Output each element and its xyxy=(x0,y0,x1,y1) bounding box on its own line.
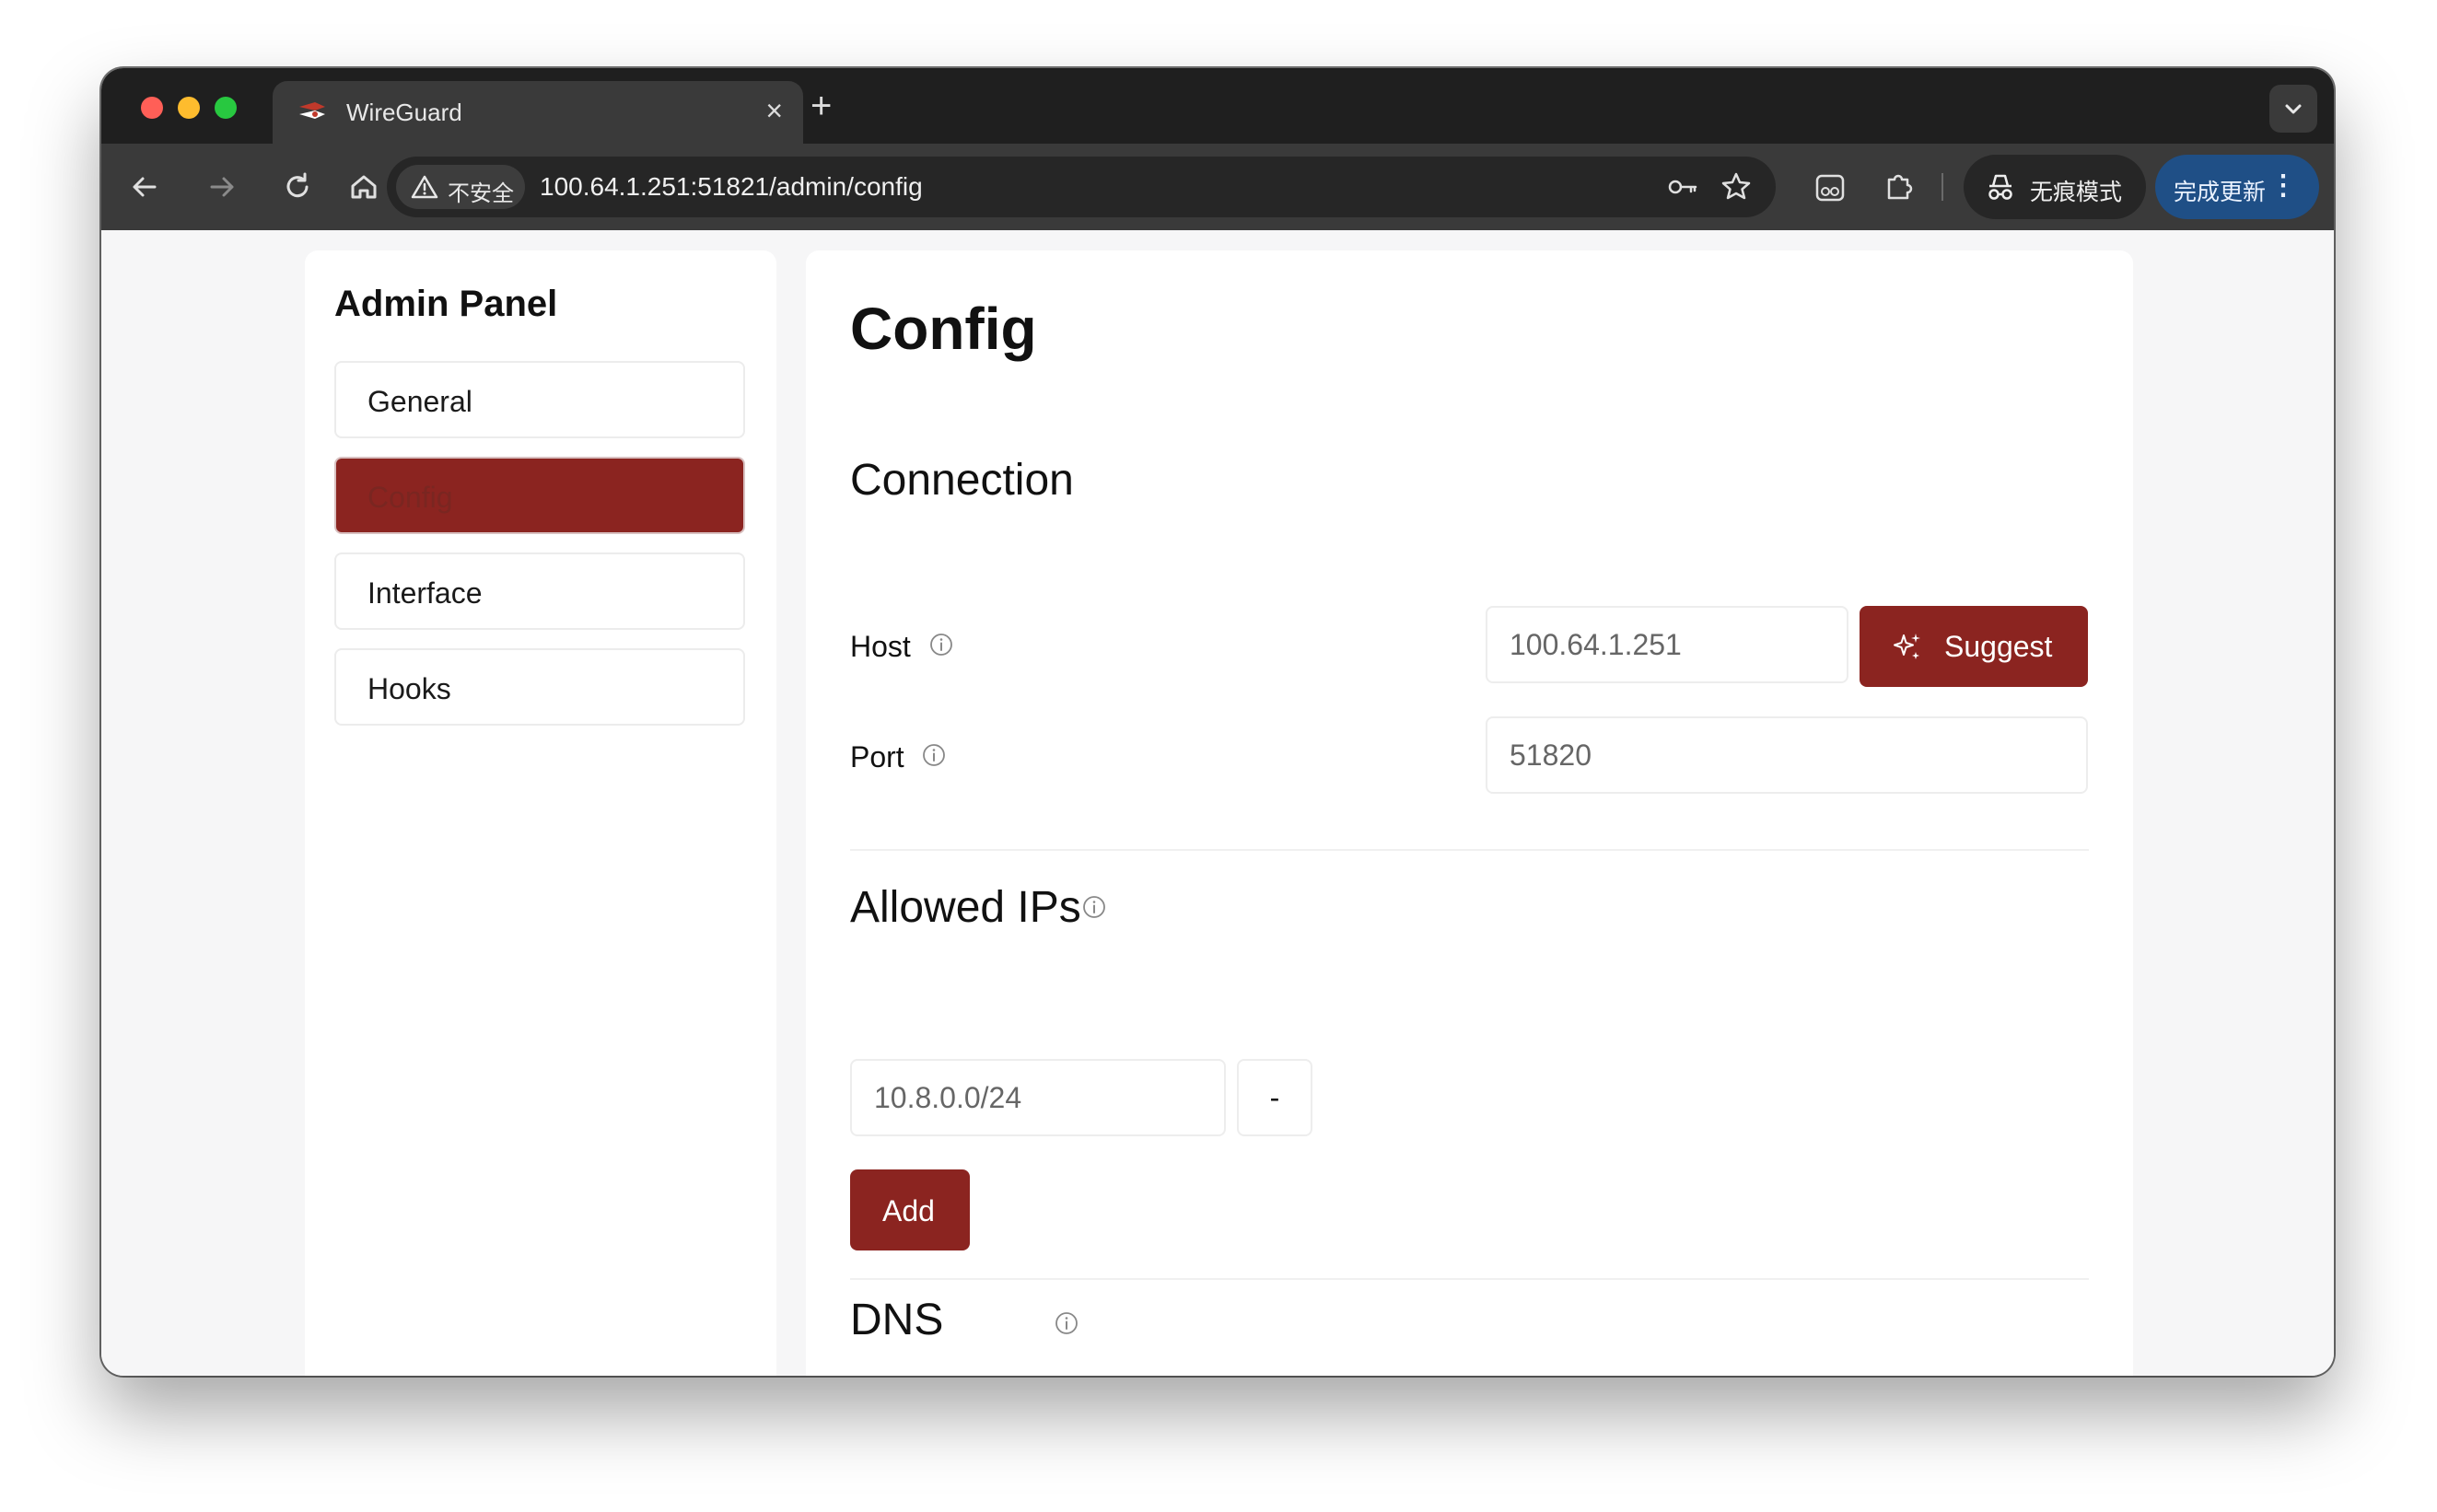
browser-window: WireGuard × + 不安全 100.64.1.251:51821/adm… xyxy=(101,68,2334,1376)
reload-icon[interactable] xyxy=(276,166,319,208)
bookmark-star-icon[interactable] xyxy=(1719,169,1754,204)
sidebar-item-interface[interactable]: Interface xyxy=(334,552,745,630)
more-menu-icon[interactable]: ⋮ xyxy=(2269,169,2297,203)
tab-title: WireGuard xyxy=(346,99,462,126)
sidebar-title: Admin Panel xyxy=(334,284,558,324)
close-window-button[interactable] xyxy=(141,97,163,119)
dns-section-title: DNS xyxy=(850,1296,944,1344)
zoom-window-button[interactable] xyxy=(215,97,237,119)
site-security-chip[interactable]: 不安全 xyxy=(396,165,525,209)
port-info-icon[interactable] xyxy=(922,743,946,767)
browser-toolbar: 不安全 100.64.1.251:51821/admin/config 无痕模式… xyxy=(101,144,2334,230)
remove-allowed-ip-button[interactable]: - xyxy=(1237,1059,1312,1136)
tab-search-button[interactable] xyxy=(2269,85,2317,133)
page-viewport: Admin Panel General Config Interface Hoo… xyxy=(101,230,2334,1376)
new-tab-button[interactable]: + xyxy=(810,81,832,131)
section-divider xyxy=(850,1278,2089,1280)
incognito-chip[interactable]: 无痕模式 xyxy=(1964,155,2146,219)
page-title: Config xyxy=(850,296,1037,362)
extension-icon[interactable] xyxy=(1809,166,1851,208)
minimize-window-button[interactable] xyxy=(178,97,200,119)
allowed-ip-input[interactable] xyxy=(850,1059,1226,1136)
allowed-ips-info-icon[interactable] xyxy=(1082,895,1106,919)
tab-bar: WireGuard × + xyxy=(101,68,2334,144)
add-label: Add xyxy=(882,1194,935,1227)
add-allowed-ip-button[interactable]: Add xyxy=(850,1169,970,1250)
chevron-down-icon xyxy=(2285,104,2302,114)
update-label: 完成更新 xyxy=(2174,180,2267,205)
incognito-icon xyxy=(1988,174,2012,200)
sidebar-item-config[interactable]: Config xyxy=(334,457,745,534)
forward-arrow-icon[interactable] xyxy=(201,166,243,208)
update-button[interactable]: 完成更新 ⋮ xyxy=(2155,155,2319,219)
address-bar[interactable]: 不安全 100.64.1.251:51821/admin/config xyxy=(387,157,1776,217)
dns-info-icon[interactable] xyxy=(1055,1311,1079,1335)
host-label: Host xyxy=(850,630,911,663)
sparkles-icon xyxy=(1894,634,1920,659)
config-panel: Config Connection Host Suggest Port xyxy=(806,250,2133,1376)
sidebar-item-general[interactable]: General xyxy=(334,361,745,438)
sidebar-item-hooks[interactable]: Hooks xyxy=(334,648,745,726)
wireguard-favicon-icon xyxy=(299,102,325,119)
suggest-label: Suggest xyxy=(1944,630,2053,663)
allowed-ips-section-title: Allowed IPs xyxy=(850,883,1081,932)
back-arrow-icon[interactable] xyxy=(123,166,166,208)
not-secure-label: 不安全 xyxy=(448,181,514,206)
admin-sidebar: Admin Panel General Config Interface Hoo… xyxy=(305,250,776,1376)
host-input[interactable] xyxy=(1486,606,1848,683)
suggest-button[interactable]: Suggest xyxy=(1860,606,2088,687)
puzzle-extensions-icon[interactable] xyxy=(1877,166,1919,208)
home-icon[interactable] xyxy=(343,166,385,208)
incognito-label: 无痕模式 xyxy=(2030,180,2123,205)
sidebar-item-label: Config xyxy=(367,481,453,514)
password-key-icon[interactable] xyxy=(1665,169,1700,204)
sidebar-item-label: Hooks xyxy=(367,672,451,705)
url-text[interactable]: 100.64.1.251:51821/admin/config xyxy=(540,172,923,202)
toolbar-divider xyxy=(1941,173,1943,201)
sidebar-item-label: General xyxy=(367,385,472,418)
host-info-icon[interactable] xyxy=(929,633,953,657)
sidebar-item-label: Interface xyxy=(367,576,483,610)
port-input[interactable] xyxy=(1486,716,2088,794)
warning-triangle-icon xyxy=(411,175,438,199)
tab-close-icon[interactable]: × xyxy=(765,94,783,127)
section-divider xyxy=(850,849,2089,851)
connection-section-title: Connection xyxy=(850,456,1074,505)
tab-wireguard[interactable]: WireGuard × xyxy=(273,81,803,144)
port-label: Port xyxy=(850,740,904,773)
